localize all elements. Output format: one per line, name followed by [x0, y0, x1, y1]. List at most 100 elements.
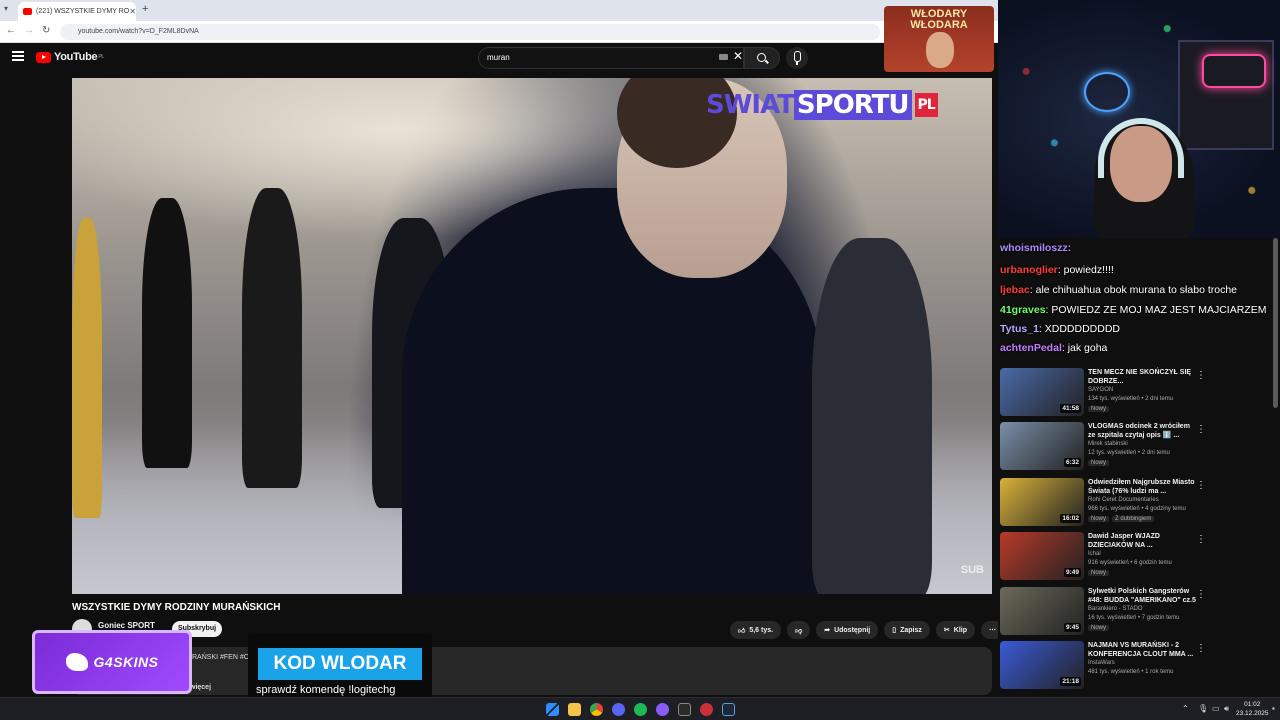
like-button[interactable]: 👍︎ 5,6 tys. [730, 621, 782, 639]
youtube-favicon-icon [23, 8, 32, 15]
thumbs-down-icon: 👎︎ [795, 627, 803, 635]
video-channel[interactable]: SAYGON [1088, 387, 1113, 393]
clip-button[interactable]: ✂ Klip [935, 621, 975, 639]
search-input[interactable]: muran [478, 47, 744, 69]
app-red-icon[interactable] [700, 703, 713, 716]
more-options-icon[interactable]: ⋮ [1196, 643, 1206, 654]
more-options-icon[interactable]: ⋮ [1196, 370, 1206, 381]
video-player[interactable]: SWIAT SPORTU PL SUB [72, 78, 992, 594]
video-thumbnail[interactable]: 6:32 [1000, 422, 1084, 470]
video-channel[interactable]: Barankiero - STADO [1088, 606, 1143, 612]
video-thumbnail[interactable]: 9:45 [1000, 587, 1084, 635]
youtube-logo[interactable]: YouTube PL [36, 51, 104, 63]
steam-icon[interactable] [722, 703, 735, 716]
dislike-button[interactable]: 👎︎ [787, 621, 811, 639]
chat-text: : jak goha [1061, 342, 1108, 354]
video-channel[interactable]: Mirek stabinski [1088, 441, 1128, 447]
recommended-video[interactable]: 41:58 TEN MECZ NIE SKOŃCZYŁ SIĘ DOBRZE...… [1000, 368, 1268, 416]
voice-search-icon[interactable] [786, 47, 808, 69]
obs-icon[interactable] [656, 703, 669, 716]
chat-username[interactable]: ljebac [1000, 284, 1030, 296]
video-thumbnail[interactable]: 16:02 [1000, 478, 1084, 526]
save-button[interactable]: ▯ Zapisz [884, 621, 930, 639]
dubbing-badge: Z dubbingiem [1112, 516, 1155, 522]
clock-time: 01:02 [1244, 701, 1261, 708]
address-bar: ← → ↻ youtube.com/watch?v=D_F2ML8DvNA [0, 21, 1000, 43]
recommended-video[interactable]: 9:49 Dawid Jasper WJAZD DZIECIAKÓW NA ...… [1000, 532, 1268, 580]
chat-username[interactable]: achtenPedal [1000, 342, 1062, 354]
clock-date: 23.12.2025 [1236, 710, 1269, 717]
keyboard-icon[interactable] [719, 54, 728, 60]
stream-chat: whoismiloszz: urbanoglier: powiedz!!!! lje… [998, 238, 1280, 358]
recommended-video[interactable]: 21:18 NAJMAN VS MURAŃSKI - 2 KONFERENCJA … [1000, 641, 1268, 689]
share-button[interactable]: ➦ Udostępnij [816, 621, 879, 639]
chat-text: : ale chihuahua obok murana to słabo tro… [1029, 284, 1238, 296]
chat-username[interactable]: Tytus_1 [1000, 323, 1039, 335]
new-badge: Nowy [1088, 406, 1110, 412]
video-thumbnail[interactable]: 9:49 [1000, 532, 1084, 580]
video-title[interactable]: VLOGMAS odcinek 2 wróciłem ze szpitala c… [1088, 422, 1198, 440]
more-options-icon[interactable]: ⋮ [1196, 534, 1206, 545]
description-tags: RAŃSKI #FEN #C [192, 654, 249, 661]
taskbar: ⌃ 🎙︎ ▭ 🔊︎ 01:02 23.12.2025 ▪ [0, 697, 1280, 720]
video-channel[interactable]: InstaWars [1088, 660, 1115, 666]
video-channel[interactable]: Rohi Ceret Documentaries [1088, 497, 1159, 503]
network-icon[interactable]: ▭ [1212, 704, 1220, 713]
video-title[interactable]: TEN MECZ NIE SKOŃCZYŁ SIĘ DOBRZE... [1088, 368, 1198, 386]
description-box[interactable]: RAŃSKI #FEN #C więcej [72, 647, 992, 695]
volume-icon[interactable]: 🔊︎ [1224, 704, 1229, 714]
start-icon[interactable] [546, 703, 559, 716]
video-title[interactable]: Dawid Jasper WJAZD DZIECIAKÓW NA ... [1088, 532, 1198, 550]
video-title[interactable]: Odwiedziłem Najgrubsze Miasto Świata (76… [1088, 478, 1198, 496]
video-thumbnail[interactable]: 41:58 [1000, 368, 1084, 416]
microphone-icon[interactable]: 🎙︎ [1198, 704, 1208, 713]
recommended-video[interactable]: 9:45 Sylwetki Polskich Gangsterów #48: BU… [1000, 587, 1268, 635]
video-channel[interactable]: Ichal [1088, 551, 1101, 557]
channel-name[interactable]: Goniec SPORT [98, 621, 155, 630]
reload-icon[interactable]: ↻ [42, 25, 50, 36]
tab-close-icon[interactable]: ✕ [129, 7, 136, 16]
wolf-logo-icon [65, 653, 88, 671]
system-clock[interactable]: 01:02 23.12.2025 [1236, 700, 1269, 718]
youtube-header: YouTube PL muran ✕ [0, 43, 1000, 73]
forward-icon[interactable]: → [24, 25, 34, 36]
more-icon: ⋯ [989, 627, 996, 634]
chat-username[interactable]: 41graves [1000, 304, 1046, 316]
more-options-icon[interactable]: ⋮ [1196, 480, 1206, 491]
chat-message: ljebac: ale chihuahua obok murana to sła… [1000, 284, 1237, 296]
tray-chevron-icon[interactable]: ⌃ [1182, 704, 1189, 713]
webcam-lights [998, 0, 1280, 238]
video-title[interactable]: NAJMAN VS MURAŃSKI - 2 KONFERENCJA CLOUT… [1088, 641, 1198, 659]
file-explorer-icon[interactable] [568, 703, 581, 716]
browser-tab[interactable]: (221) WSZYSTKIE DYMY RO ✕ [18, 2, 136, 21]
show-more-link[interactable]: więcej [190, 684, 211, 691]
search-button[interactable] [744, 47, 780, 69]
share-label: Udostępnij [834, 626, 871, 634]
new-tab-button[interactable]: + [142, 3, 148, 15]
tab-menu-icon[interactable]: ▾ [4, 4, 8, 13]
app-icon[interactable] [678, 703, 691, 716]
spotify-icon[interactable] [634, 703, 647, 716]
more-options-icon[interactable]: ⋮ [1196, 589, 1206, 600]
badge-face [926, 32, 954, 68]
recommended-video[interactable]: 6:32 VLOGMAS odcinek 2 wróciłem ze szpita… [1000, 422, 1268, 470]
chat-username[interactable]: urbanoglier [1000, 264, 1058, 276]
video-title[interactable]: Sylwetki Polskich Gangsterów #48: BUDDA … [1088, 587, 1198, 605]
clear-search-icon[interactable]: ✕ [733, 49, 743, 63]
video-thumbnail[interactable]: 21:18 [1000, 641, 1084, 689]
clip-label: Klip [953, 626, 967, 634]
menu-icon[interactable] [12, 51, 24, 61]
discord-icon[interactable] [612, 703, 625, 716]
url-field[interactable]: youtube.com/watch?v=D_F2ML8DvNA [60, 24, 880, 40]
notifications-icon[interactable]: ▪ [1272, 704, 1275, 713]
chrome-icon[interactable] [590, 703, 603, 716]
back-icon[interactable]: ← [6, 25, 16, 36]
video-meta: 916 wyświetleń • 6 godzin temu [1088, 560, 1172, 566]
tab-bar: ▾ (221) WSZYSTKIE DYMY RO ✕ + [0, 0, 1000, 21]
sidebar-scrollbar[interactable] [1273, 238, 1278, 408]
more-options-icon[interactable]: ⋮ [1196, 424, 1206, 435]
recommended-video[interactable]: 16:02 Odwiedziłem Najgrubsze Miasto Świat… [1000, 478, 1268, 526]
video-meta: 134 tys. wyświetleń • 2 dni temu [1088, 396, 1174, 402]
chat-username[interactable]: whoismiloszz: [1000, 242, 1071, 254]
subscribe-watermark[interactable]: SUB [961, 564, 984, 576]
